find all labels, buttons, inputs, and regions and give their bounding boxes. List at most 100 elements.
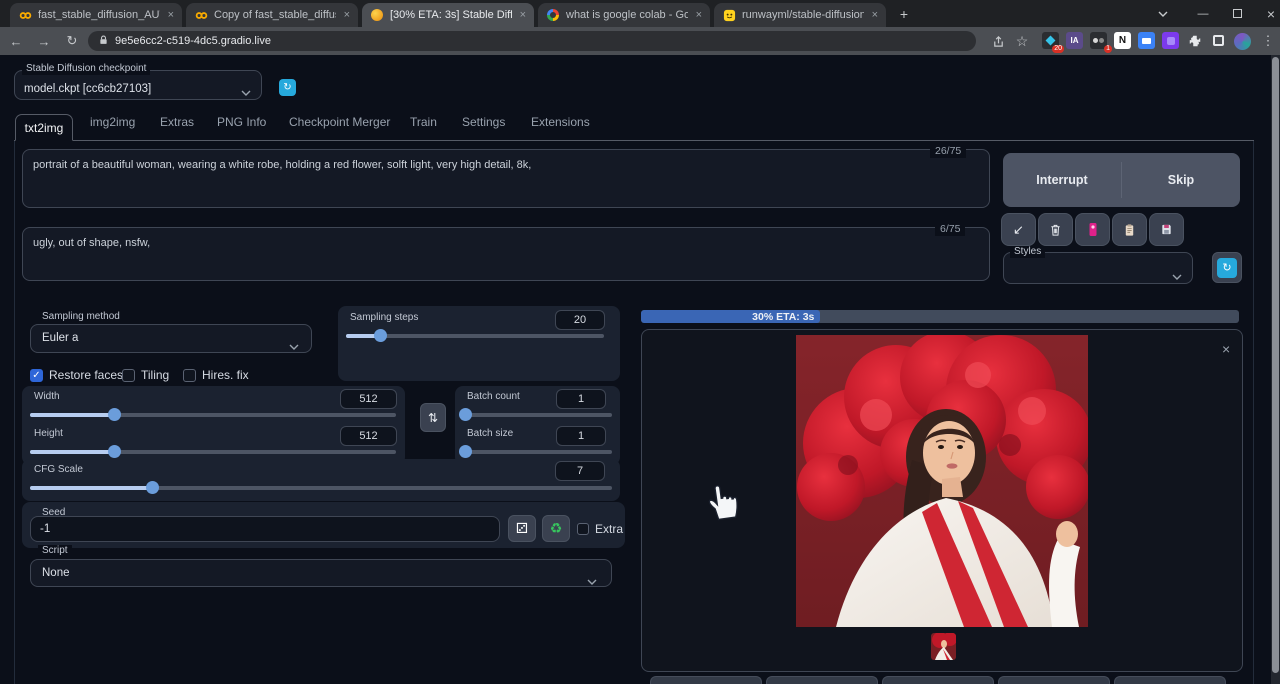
tab-checkpoint-merger[interactable]: Checkpoint Merger bbox=[289, 115, 390, 129]
tab-close-icon[interactable]: × bbox=[344, 9, 350, 21]
extra-checkbox[interactable] bbox=[577, 523, 589, 535]
skip-button[interactable]: Skip bbox=[1122, 153, 1240, 207]
address-bar[interactable]: 9e5e6cc2-c519-4dc5.gradio.live bbox=[88, 31, 976, 51]
gallery-thumbnail[interactable] bbox=[931, 633, 956, 660]
slider-knob[interactable] bbox=[373, 329, 387, 342]
save-button-partial[interactable] bbox=[650, 676, 762, 684]
window-maximize-button[interactable] bbox=[1220, 0, 1254, 27]
browser-tab-2[interactable]: Copy of fast_stable_diffusion_ × bbox=[186, 3, 358, 27]
width-input[interactable]: 512 bbox=[340, 389, 397, 409]
swap-dimensions-button[interactable]: ⇅ bbox=[420, 403, 446, 432]
send-to-extras-button-partial[interactable] bbox=[1114, 676, 1226, 684]
page-scrollbar[interactable] bbox=[1271, 55, 1280, 684]
prompt-textarea[interactable]: portrait of a beautiful woman, wearing a… bbox=[22, 149, 990, 208]
extra-networks-button[interactable] bbox=[1075, 213, 1110, 246]
interrupt-button[interactable]: Interrupt bbox=[1003, 153, 1121, 207]
tab-title: [30% ETA: 3s] Stable Diffusion bbox=[390, 9, 512, 21]
browser-tab-5[interactable]: runwayml/stable-diffusion-v1 × bbox=[714, 3, 886, 27]
tab-close-icon[interactable]: × bbox=[872, 9, 878, 21]
batch-count-slider[interactable] bbox=[458, 408, 612, 421]
profile-avatar[interactable] bbox=[1232, 31, 1252, 51]
extra-label: Extra bbox=[595, 522, 624, 536]
clear-prompt-button[interactable] bbox=[1038, 213, 1073, 246]
checkpoint-refresh-button[interactable]: ↻ bbox=[279, 79, 296, 96]
zip-button-partial[interactable] bbox=[766, 676, 878, 684]
batch-size-input[interactable]: 1 bbox=[556, 426, 606, 446]
restore-faces-option[interactable]: Restore faces bbox=[30, 368, 123, 382]
cfg-scale-input[interactable]: 7 bbox=[555, 461, 605, 481]
styles-refresh-button[interactable]: ↻ bbox=[1212, 252, 1242, 283]
tab-label: txt2img bbox=[24, 120, 64, 135]
hires-fix-option[interactable]: Hires. fix bbox=[183, 368, 249, 382]
browser-tab-4[interactable]: what is google colab - Googl × bbox=[538, 3, 710, 27]
tiling-option[interactable]: Tiling bbox=[122, 368, 169, 382]
tab-settings[interactable]: Settings bbox=[462, 115, 505, 129]
sampling-method-label: Sampling method bbox=[38, 311, 124, 323]
window-minimize-button[interactable]: — bbox=[1186, 0, 1220, 27]
apply-style-button[interactable] bbox=[1112, 213, 1147, 246]
browser-tab-3-active[interactable]: [30% ETA: 3s] Stable Diffusion × bbox=[362, 3, 534, 27]
hires-fix-checkbox[interactable] bbox=[183, 368, 196, 382]
height-slider[interactable] bbox=[30, 445, 396, 458]
width-slider[interactable] bbox=[30, 408, 396, 421]
reuse-seed-button[interactable]: ♻ bbox=[542, 515, 570, 542]
gallery-close-icon[interactable]: × bbox=[1222, 341, 1230, 357]
seed-input[interactable] bbox=[30, 516, 500, 542]
tab-img2img[interactable]: img2img bbox=[90, 115, 135, 129]
save-style-button[interactable] bbox=[1149, 213, 1184, 246]
extension-pin-icon[interactable]: 20 bbox=[1042, 32, 1064, 53]
send-to-img2img-button-partial[interactable] bbox=[882, 676, 994, 684]
tab-extras[interactable]: Extras bbox=[160, 115, 194, 129]
extensions-puzzle-icon[interactable] bbox=[1186, 32, 1203, 49]
script-dropdown[interactable] bbox=[30, 559, 612, 587]
window-close-button[interactable]: × bbox=[1254, 0, 1280, 27]
extension-notion-icon[interactable]: N bbox=[1114, 32, 1131, 49]
tab-close-icon[interactable]: × bbox=[520, 9, 526, 21]
random-seed-button[interactable]: ⚂ bbox=[508, 515, 536, 542]
new-tab-button[interactable]: + bbox=[890, 0, 918, 27]
browser-menu-icon[interactable]: ⋮ bbox=[1258, 31, 1278, 51]
share-icon[interactable] bbox=[988, 31, 1008, 51]
browser-tab-1[interactable]: fast_stable_diffusion_AUTOMA × bbox=[10, 3, 182, 27]
height-input[interactable]: 512 bbox=[340, 426, 397, 446]
generated-image[interactable] bbox=[796, 331, 1092, 627]
colab-icon bbox=[18, 8, 32, 22]
tab-title: fast_stable_diffusion_AUTOMA bbox=[38, 9, 160, 21]
extension-ia-icon[interactable]: IA bbox=[1066, 32, 1083, 49]
send-to-inpaint-button-partial[interactable] bbox=[998, 676, 1110, 684]
tab-close-icon[interactable]: × bbox=[696, 9, 702, 21]
tab-search-chevron-icon[interactable] bbox=[1146, 0, 1180, 27]
batch-count-input[interactable]: 1 bbox=[556, 389, 606, 409]
back-icon[interactable]: ← bbox=[4, 29, 28, 53]
extra-seed-option[interactable]: Extra bbox=[577, 522, 623, 536]
extension-purple-icon[interactable] bbox=[1162, 32, 1179, 49]
tab-extensions[interactable]: Extensions bbox=[531, 115, 590, 129]
tiling-label: Tiling bbox=[141, 368, 170, 382]
tab-txt2img[interactable]: txt2img bbox=[15, 114, 73, 141]
seed-value: -1 bbox=[40, 523, 51, 535]
side-panel-icon[interactable] bbox=[1210, 32, 1227, 49]
forward-icon[interactable]: → bbox=[32, 29, 56, 53]
reload-icon[interactable]: ↻ bbox=[60, 29, 84, 53]
slider-knob[interactable] bbox=[458, 445, 472, 458]
sampling-steps-input[interactable]: 20 bbox=[555, 310, 605, 330]
extension-chat-icon[interactable]: 1 bbox=[1090, 32, 1112, 53]
tiling-checkbox[interactable] bbox=[122, 368, 135, 382]
cfg-scale-slider[interactable] bbox=[30, 481, 612, 494]
extension-blue-icon[interactable] bbox=[1138, 32, 1155, 49]
scrollbar-thumb[interactable] bbox=[1272, 57, 1279, 673]
batch-size-slider[interactable] bbox=[458, 445, 612, 458]
restore-faces-checkbox[interactable] bbox=[30, 368, 43, 382]
slider-knob[interactable] bbox=[458, 408, 472, 421]
generate-button-group: Interrupt Skip bbox=[1003, 153, 1240, 207]
dice-icon: ⚂ bbox=[515, 520, 529, 536]
bookmark-star-icon[interactable]: ☆ bbox=[1012, 31, 1032, 51]
sampling-steps-slider[interactable] bbox=[346, 329, 604, 342]
tab-png-info[interactable]: PNG Info bbox=[217, 115, 266, 129]
cfg-scale-label: CFG Scale bbox=[34, 464, 83, 475]
tab-train[interactable]: Train bbox=[410, 115, 437, 129]
paste-params-button[interactable]: ↙ bbox=[1001, 213, 1036, 246]
tab-close-icon[interactable]: × bbox=[168, 9, 174, 21]
floppy-icon bbox=[1162, 224, 1171, 235]
negative-prompt-textarea[interactable]: ugly, out of shape, nsfw, bbox=[22, 227, 990, 281]
